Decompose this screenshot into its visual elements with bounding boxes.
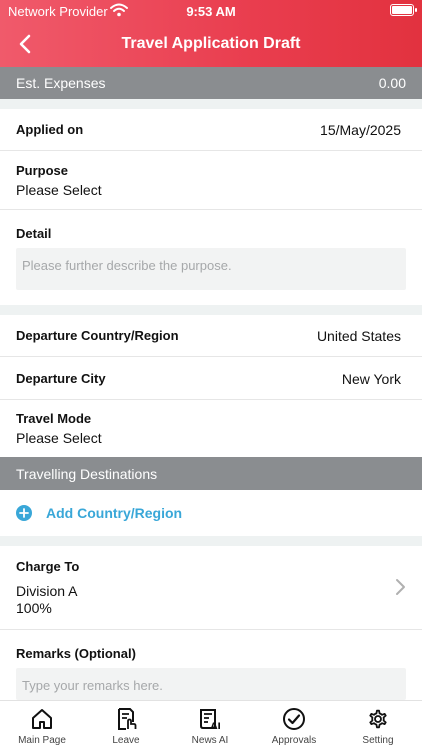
tab-label: Main Page [18, 735, 66, 746]
tab-setting[interactable]: Setting [336, 701, 420, 750]
expenses-bar: Est. Expenses 0.00 [0, 67, 422, 99]
page-title: Travel Application Draft [121, 35, 301, 52]
plus-circle-icon [16, 505, 32, 521]
tab-leave[interactable]: Leave [84, 701, 168, 750]
tab-label: Setting [362, 735, 394, 746]
divider [0, 209, 422, 210]
travel-mode-row[interactable]: Travel Mode Please Select [0, 400, 422, 457]
add-country-label: Add Country/Region [46, 505, 183, 521]
status-bar: Network Provider 9:53 AM [0, 0, 422, 22]
departure-country-row[interactable]: Departure Country/Region United States [0, 315, 422, 356]
applied-on-label: Applied on [16, 122, 84, 137]
charge-to-row[interactable]: Charge To Division A 100% [0, 546, 422, 629]
bottom-tab-bar: Main Page Leave AI News AI Approvals Set… [0, 700, 422, 750]
battery-icon [390, 4, 417, 16]
tab-news-ai[interactable]: AI News AI [168, 701, 252, 750]
remarks-label: Remarks (Optional) [16, 646, 136, 661]
section-separator [0, 536, 422, 546]
departure-city-value: New York [341, 371, 401, 387]
destinations-header: Travelling Destinations [0, 457, 422, 490]
app-header: Network Provider 9:53 AM Travel Applicat… [0, 0, 422, 67]
tab-label: Leave [112, 735, 140, 746]
tab-label: Approvals [271, 735, 317, 746]
expenses-value: 0.00 [378, 75, 406, 91]
leave-document-icon [118, 708, 137, 730]
chevron-right-icon [396, 579, 405, 595]
tab-label: News AI [191, 735, 229, 746]
tab-approvals[interactable]: Approvals [252, 701, 336, 750]
charge-to-percent: 100% [16, 600, 52, 616]
charge-to-division: Division A [16, 583, 78, 599]
purpose-select[interactable]: Please Select [16, 182, 102, 198]
gear-icon [369, 709, 387, 729]
tab-main-page[interactable]: Main Page [0, 701, 84, 750]
applied-on-value: 15/May/2025 [320, 122, 401, 138]
svg-text:AI: AI [211, 722, 221, 731]
home-icon [32, 709, 52, 729]
detail-label: Detail [16, 226, 52, 241]
purpose-row[interactable]: Purpose Please Select [0, 151, 422, 208]
departure-city-row[interactable]: Departure City New York [0, 357, 422, 399]
status-time: 9:53 AM [186, 4, 236, 19]
section-separator [0, 305, 422, 315]
destinations-title: Travelling Destinations [16, 466, 158, 482]
expenses-label: Est. Expenses [16, 75, 106, 91]
departure-country-value: United States [316, 328, 401, 344]
divider [0, 629, 422, 630]
remarks-input[interactable]: Type your remarks here. [16, 668, 406, 700]
travel-mode-label: Travel Mode [16, 411, 92, 426]
departure-country-label: Departure Country/Region [16, 328, 179, 343]
purpose-label: Purpose [16, 163, 69, 178]
detail-input[interactable]: Please further describe the purpose. [16, 248, 406, 290]
charge-to-label: Charge To [16, 559, 80, 574]
departure-city-label: Departure City [16, 371, 106, 386]
news-ai-icon: AI [200, 709, 221, 731]
add-country-button[interactable]: Add Country/Region [0, 495, 422, 535]
travel-mode-select[interactable]: Please Select [16, 430, 102, 446]
checkmark-circle-icon [283, 708, 305, 730]
section-separator [0, 99, 422, 109]
